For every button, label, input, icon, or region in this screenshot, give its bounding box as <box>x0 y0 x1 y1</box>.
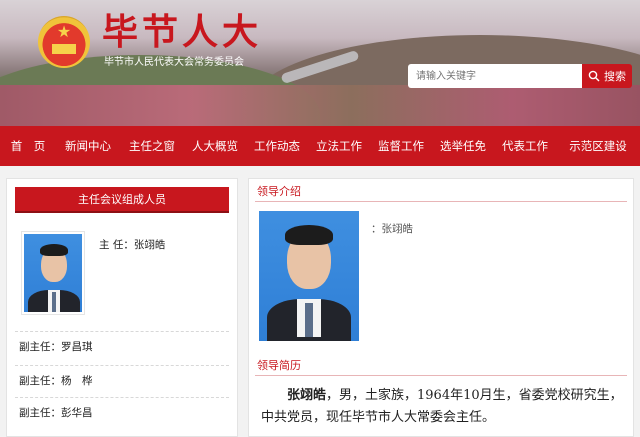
leader-bio: 张翊皓，男，土家族，1964年10月生，省委党校研究生，中共党员，现任毕节市人大… <box>261 385 623 429</box>
leader-photo <box>259 211 359 341</box>
nav-item-director[interactable]: 主任之窗 <box>120 126 184 166</box>
vice-name: 彭华昌 <box>61 407 93 419</box>
name-prefix: ： <box>371 223 382 235</box>
vice-role: 副主任： <box>19 407 61 419</box>
vice-name: 罗昌琪 <box>61 341 93 353</box>
vice-chair-item[interactable]: 副主任：彭华昌 <box>15 397 229 427</box>
nav-item-news[interactable]: 新闻中心 <box>56 126 120 166</box>
banner-scenery <box>0 85 640 126</box>
divider <box>255 201 627 202</box>
leader-name-text: 张翊皓 <box>381 223 414 235</box>
leader-name: ：张翊皓 <box>371 221 413 236</box>
header-banner: ★ 毕节人大 毕节市人民代表大会常务委员会 搜索 <box>0 0 640 126</box>
nav-item-work[interactable]: 工作动态 <box>246 126 308 166</box>
bio-name: 张翊皓 <box>287 388 327 403</box>
search-input[interactable] <box>408 64 582 88</box>
chair-name[interactable]: 主 任：张翊皓 <box>99 237 165 252</box>
chair-photo[interactable] <box>21 231 85 315</box>
vice-role: 副主任： <box>19 341 61 353</box>
chair-role: 主 任： <box>99 239 134 251</box>
nav-item-supervision[interactable]: 监督工作 <box>370 126 432 166</box>
resume-title: 领导简历 <box>257 359 301 372</box>
search-icon <box>588 70 600 82</box>
nav-item-demo-zone[interactable]: 示范区建设 <box>556 126 640 166</box>
site-subtitle: 毕节市人民代表大会常务委员会 <box>104 57 244 68</box>
main-nav: 首 页 新闻中心 主任之窗 人大概览 工作动态 立法工作 监督工作 选举任免 代… <box>0 126 640 166</box>
vice-chair-item[interactable]: 副主任：杨 桦 <box>15 365 229 395</box>
vice-name: 杨 桦 <box>61 375 93 387</box>
nav-item-election[interactable]: 选举任免 <box>432 126 494 166</box>
nav-item-overview[interactable]: 人大概览 <box>184 126 246 166</box>
nav-item-legislation[interactable]: 立法工作 <box>308 126 370 166</box>
search-bar: 搜索 <box>408 64 632 88</box>
leader-profile: 领导介绍 ：张翊皓 领导简历 张翊皓，男，土家族，1964年10月生，省委党校研… <box>248 178 634 437</box>
search-button-label: 搜索 <box>604 70 626 83</box>
site-title[interactable]: 毕节人大 <box>102 10 262 54</box>
vice-chair-item[interactable]: 副主任：罗昌琪 <box>15 331 229 361</box>
search-button[interactable]: 搜索 <box>582 64 632 88</box>
sidebar-heading: 主任会议组成人员 <box>15 187 229 213</box>
sidebar-members: 主任会议组成人员 主 任：张翊皓 副主任：罗昌琪 副主任：杨 桦 副主任：彭华昌 <box>6 178 238 437</box>
nav-item-home[interactable]: 首 页 <box>0 126 56 166</box>
national-emblem-icon: ★ <box>38 16 90 68</box>
nav-item-deputies[interactable]: 代表工作 <box>494 126 556 166</box>
vice-role: 副主任： <box>19 375 61 387</box>
intro-title: 领导介绍 <box>257 185 301 198</box>
chair-name-text: 张翊皓 <box>133 239 166 251</box>
divider <box>255 375 627 376</box>
